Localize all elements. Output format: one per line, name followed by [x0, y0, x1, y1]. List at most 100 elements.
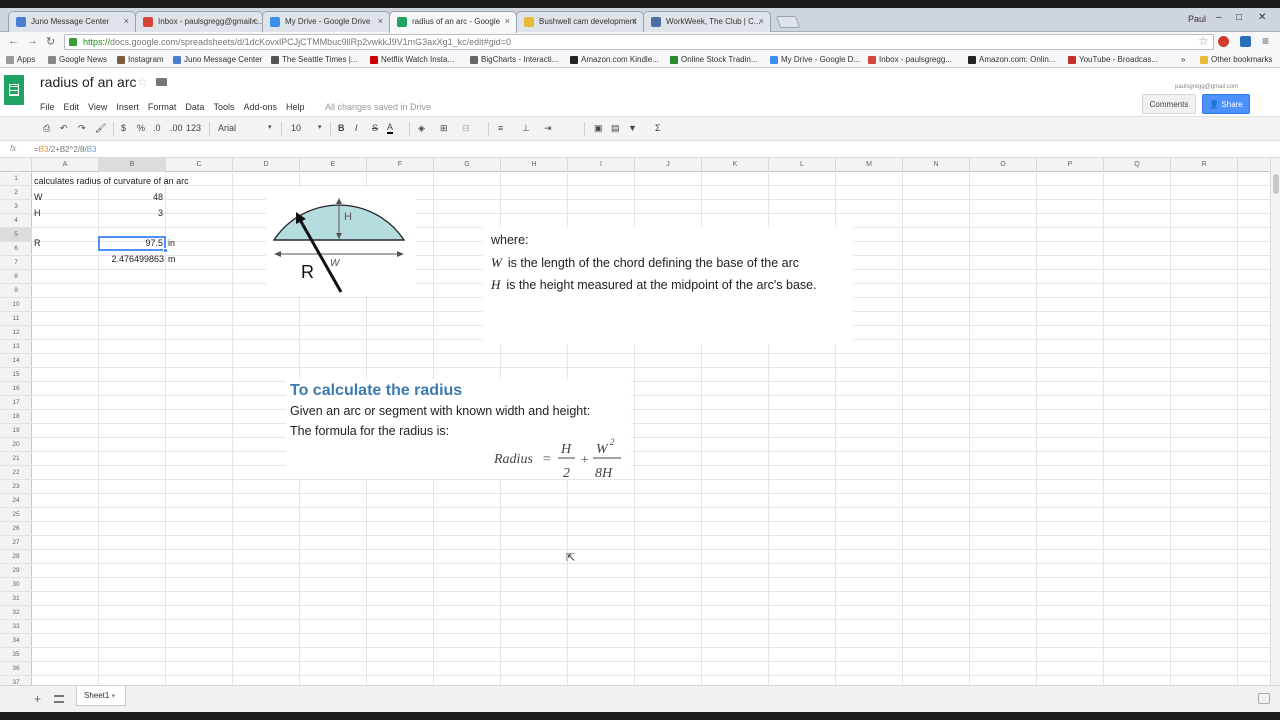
bookmark-item[interactable]: BigCharts - Interacti...	[470, 55, 558, 64]
all-sheets-icon[interactable]	[54, 695, 64, 703]
sheets-logo-icon[interactable]	[4, 75, 24, 105]
strikethrough-button[interactable]: S	[372, 123, 378, 133]
url-bar[interactable]: https://docs.google.com/spreadsheets/d/1…	[64, 34, 1214, 50]
cell-b6[interactable]: 2.476499863	[100, 252, 164, 266]
borders-icon[interactable]: ⊞	[440, 123, 448, 134]
bookmark-apps[interactable]: Apps	[6, 55, 35, 64]
cell-a5[interactable]: R	[34, 236, 41, 250]
row-header-27[interactable]: 27	[0, 536, 32, 550]
row-header-22[interactable]: 22	[0, 466, 32, 480]
add-sheet-button[interactable]: +	[34, 692, 41, 706]
font-size-select[interactable]: 10	[291, 123, 301, 133]
cell-a1[interactable]: calculates radius of curvature of an arc	[34, 174, 189, 188]
merge-cells-icon[interactable]: ⊟	[462, 123, 470, 134]
bookmark-item[interactable]: Google News	[48, 55, 107, 64]
column-header-p[interactable]: P	[1037, 158, 1104, 172]
row-header-13[interactable]: 13	[0, 340, 32, 354]
menu-data[interactable]: Data	[185, 102, 204, 112]
row-header-15[interactable]: 15	[0, 368, 32, 382]
row-header-31[interactable]: 31	[0, 592, 32, 606]
cell-a2[interactable]: W	[34, 190, 43, 204]
browser-tab[interactable]: My Drive - Google Drive ×	[262, 11, 390, 32]
comments-button[interactable]: Comments	[1142, 94, 1196, 114]
column-header-g[interactable]: G	[434, 158, 501, 172]
close-icon[interactable]: ×	[124, 16, 129, 26]
chevron-down-icon[interactable]: ▾	[318, 123, 322, 131]
explore-icon[interactable]	[1258, 693, 1270, 704]
row-header-35[interactable]: 35	[0, 648, 32, 662]
column-header-d[interactable]: D	[233, 158, 300, 172]
close-window-icon[interactable]: ✕	[1258, 12, 1266, 23]
bookmark-item[interactable]: Netflix Watch Insta...	[370, 55, 454, 64]
close-icon[interactable]: ×	[378, 16, 383, 26]
cell-a3[interactable]: H	[34, 206, 41, 220]
arc-diagram[interactable]: H W R	[266, 188, 416, 296]
row-header-18[interactable]: 18	[0, 410, 32, 424]
chevron-down-icon[interactable]: ▾	[112, 693, 116, 700]
selected-cell[interactable]	[98, 236, 168, 253]
column-header-m[interactable]: M	[836, 158, 903, 172]
radius-formula[interactable]: Radius = H 2 + W 2 8H	[494, 436, 634, 484]
row-header-30[interactable]: 30	[0, 578, 32, 592]
row-header-34[interactable]: 34	[0, 634, 32, 648]
row-header-32[interactable]: 32	[0, 606, 32, 620]
paint-format-icon[interactable]: 🖌	[95, 123, 106, 134]
column-header-j[interactable]: J	[635, 158, 702, 172]
filter-icon[interactable]: ▼	[628, 123, 637, 133]
row-header-23[interactable]: 23	[0, 480, 32, 494]
minimize-icon[interactable]: –	[1216, 12, 1222, 23]
menu-file[interactable]: File	[40, 102, 55, 112]
select-all-corner[interactable]	[0, 158, 32, 172]
column-header-f[interactable]: F	[367, 158, 434, 172]
cell-c6[interactable]: m	[168, 252, 176, 266]
row-header-9[interactable]: 9	[0, 284, 32, 298]
row-header-24[interactable]: 24	[0, 494, 32, 508]
browser-tab-active[interactable]: radius of an arc - Google ×	[389, 11, 517, 33]
redo-icon[interactable]: ↷	[78, 123, 86, 134]
cell-c5[interactable]: in	[168, 236, 175, 250]
vertical-scrollbar[interactable]	[1270, 158, 1280, 686]
document-title[interactable]: radius of an arc	[40, 74, 137, 90]
fill-color-icon[interactable]: ◈	[418, 123, 425, 134]
bookmark-item[interactable]: Inbox - paulsgregg...	[868, 55, 952, 64]
row-header-3[interactable]: 3	[0, 200, 32, 214]
percent-format-button[interactable]: %	[137, 123, 145, 133]
star-icon[interactable]: ☆	[1198, 34, 1209, 48]
bookmark-item[interactable]: Amazon.com: Onlin...	[968, 55, 1055, 64]
close-icon[interactable]: ×	[505, 16, 510, 26]
browser-tab[interactable]: Bushwell cam development ×	[516, 11, 644, 32]
menu-edit[interactable]: Edit	[64, 102, 80, 112]
browser-tab[interactable]: Juno Message Center ×	[8, 11, 136, 32]
row-header-16[interactable]: 16	[0, 382, 32, 396]
extension-icon[interactable]	[1240, 36, 1251, 47]
italic-button[interactable]: I	[355, 123, 358, 133]
browser-tab[interactable]: WorkWeek, The Club | C... ×	[643, 11, 771, 32]
row-header-2[interactable]: 2	[0, 186, 32, 200]
menu-addons[interactable]: Add-ons	[243, 102, 277, 112]
close-icon[interactable]: ×	[251, 16, 256, 26]
row-header-28[interactable]: 28	[0, 550, 32, 564]
fill-handle[interactable]	[163, 248, 168, 253]
row-header-8[interactable]: 8	[0, 270, 32, 284]
menu-view[interactable]: View	[88, 102, 107, 112]
column-header-q[interactable]: Q	[1104, 158, 1171, 172]
column-header-i[interactable]: I	[568, 158, 635, 172]
column-header-l[interactable]: L	[769, 158, 836, 172]
chevron-down-icon[interactable]: ▾	[268, 123, 272, 131]
save-status[interactable]: All changes saved in Drive	[325, 102, 431, 112]
forward-icon[interactable]: →	[27, 35, 38, 47]
bookmark-item[interactable]: YouTube - Broadcas...	[1068, 55, 1158, 64]
folder-icon[interactable]	[156, 78, 167, 86]
bookmark-item[interactable]: The Seattle Times |...	[271, 55, 357, 64]
bookmark-item[interactable]: Online Stock Tradin...	[670, 55, 757, 64]
share-button[interactable]: 👤 Share	[1202, 94, 1250, 114]
row-header-5[interactable]: 5	[0, 228, 32, 242]
row-header-10[interactable]: 10	[0, 298, 32, 312]
star-icon[interactable]: ☆	[137, 75, 148, 89]
definition-textbox[interactable]: where: Wis the length of the chord defin…	[483, 227, 853, 345]
insert-comment-icon[interactable]: ▣	[594, 123, 603, 134]
row-header-21[interactable]: 21	[0, 452, 32, 466]
menu-tools[interactable]: Tools	[213, 102, 234, 112]
account-email[interactable]: paulsgregg@gmail.com	[1175, 84, 1238, 90]
profile-name[interactable]: Paul	[1188, 14, 1206, 24]
